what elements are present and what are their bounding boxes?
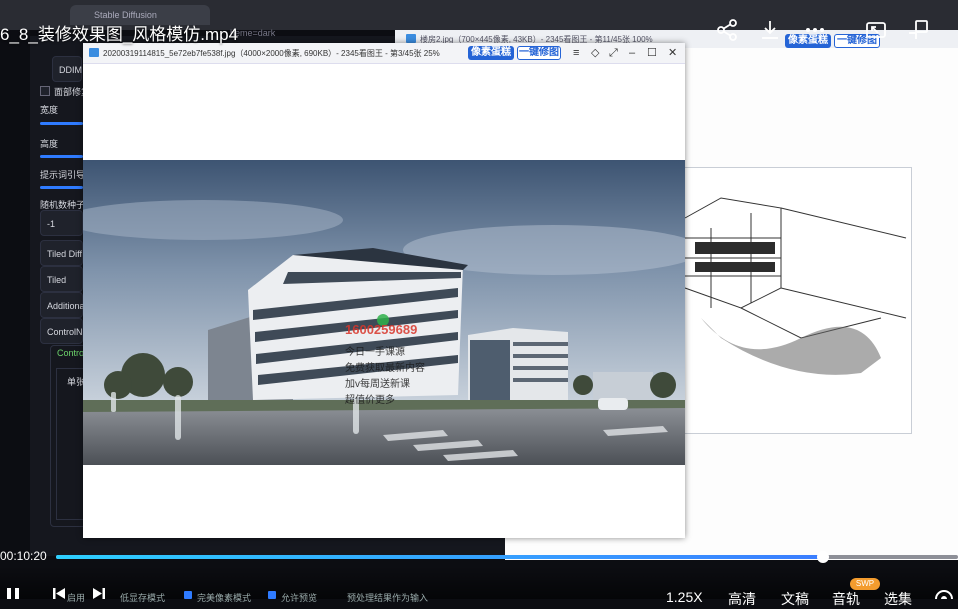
watermark-promo: 今日一手课源 免费获取最新内容 加v每周送新课 超值价更多 xyxy=(345,345,425,409)
sampler-select: DDIM xyxy=(52,56,82,82)
maximize-icon[interactable]: ☐ xyxy=(647,46,657,60)
progress-thumb[interactable] xyxy=(816,551,829,563)
previous-icon[interactable] xyxy=(52,588,66,599)
watermark-line: 超值价更多 xyxy=(345,395,395,406)
progress-fill xyxy=(56,555,823,559)
menu-icon[interactable]: ≡ xyxy=(573,46,579,60)
prompt-guide-slider xyxy=(40,186,83,189)
audio-track-button[interactable]: 音轨 xyxy=(832,589,860,609)
playback-speed-button[interactable]: 1.25X xyxy=(666,589,703,605)
sd-option-preprocess-input: 预处理结果作为输入 xyxy=(347,593,429,603)
face-restore-checkbox xyxy=(40,86,50,96)
sd-option-checkbox xyxy=(184,591,192,599)
accordion-tiled-vae: Tiled VAD xyxy=(40,266,83,311)
picture-in-picture-icon[interactable] xyxy=(864,18,888,42)
share-icon[interactable] xyxy=(715,18,739,42)
building-rendering-photo: 1600259689 今日一手课源 免费获取最新内容 加v每周送新课 超值价更多 xyxy=(83,160,685,465)
sd-option-allow-preview: 允许预览 xyxy=(281,593,318,603)
sketch-image xyxy=(680,167,912,434)
width-label: 宽度 xyxy=(40,105,59,115)
image-viewer-window: 20200319114815_5e72eb7fe538f.jpg（4000×20… xyxy=(83,43,685,538)
watermark-line: 今日一手课源 xyxy=(345,347,405,358)
pixel-cake-button[interactable]: 像素蛋糕 xyxy=(468,46,514,60)
transcript-button[interactable]: 文稿 xyxy=(781,589,809,609)
sd-option-low-vram: 低显存模式 xyxy=(120,593,166,603)
building-rendering-drawing xyxy=(83,160,685,465)
mini-window-icon[interactable] xyxy=(906,18,930,42)
image-file-icon xyxy=(89,48,99,57)
building-sketch-drawing xyxy=(684,197,907,375)
next-icon[interactable] xyxy=(92,588,106,599)
accordion-tiled-diffusion: Tiled Diff xyxy=(40,240,83,266)
quality-button[interactable]: 高清 xyxy=(728,589,756,609)
sd-option-enable: 启用 xyxy=(67,593,86,603)
settings-icon[interactable] xyxy=(934,588,954,599)
viewer-titlebar: 20200319114815_5e72eb7fe538f.jpg（4000×20… xyxy=(83,43,685,64)
progress-bar[interactable] xyxy=(56,551,958,563)
controlnet-tab: Contro xyxy=(57,348,85,358)
video-title: 6_8_装修效果图_风格模仿.mp4 xyxy=(0,25,239,44)
skin-icon[interactable]: ◇ xyxy=(591,46,599,60)
pause-icon[interactable] xyxy=(6,588,20,599)
swp-badge: SWP xyxy=(850,578,880,590)
one-click-fix-button[interactable]: 一键修图 xyxy=(517,46,561,60)
fullscreen-icon[interactable]: ⤢ xyxy=(609,46,618,60)
download-icon[interactable] xyxy=(758,18,782,42)
close-icon[interactable]: ✕ xyxy=(668,46,677,60)
episodes-button[interactable]: 选集 xyxy=(884,589,912,609)
seed-input: -1 xyxy=(40,210,83,236)
watermark-line: 加v每周送新课 xyxy=(345,379,410,390)
minimize-icon[interactable]: – xyxy=(629,46,635,60)
height-label: 高度 xyxy=(40,139,59,149)
viewer-title: 20200319114815_5e72eb7fe538f.jpg（4000×20… xyxy=(103,49,440,58)
prompt-guide-label: 提示词引导 xyxy=(40,170,86,180)
current-time: 00:10:20 xyxy=(0,549,47,563)
watermark-line: 免费获取最新内容 xyxy=(345,363,425,374)
more-icon[interactable] xyxy=(803,18,827,42)
sd-option-checkbox xyxy=(268,591,276,599)
width-slider xyxy=(40,122,83,125)
sd-option-pixel-perfect: 完美像素模式 xyxy=(197,593,252,603)
accordion-controlnet: ControlN xyxy=(40,318,83,344)
watermark-phone: 1600259689 xyxy=(345,322,418,337)
image-file-icon xyxy=(406,34,416,43)
height-slider xyxy=(40,155,83,158)
accordion-additional: Additiona xyxy=(40,292,85,318)
